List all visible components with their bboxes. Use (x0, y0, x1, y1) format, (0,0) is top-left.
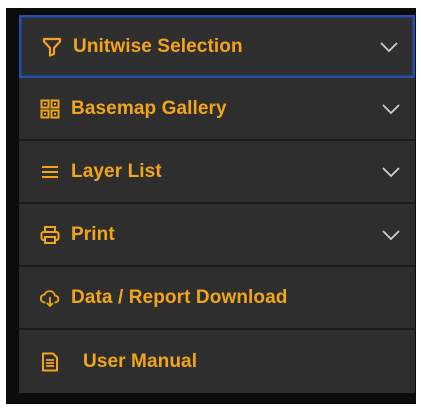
menu-item-label: Unitwise Selection (73, 35, 243, 57)
menu-item-label: Layer List (71, 160, 162, 182)
chevron-down-icon[interactable] (381, 166, 401, 178)
list-icon (39, 161, 61, 183)
grid-icon (39, 98, 61, 120)
menu-item-label: User Manual (83, 350, 198, 372)
menu-item-unitwise-selection[interactable]: Unitwise Selection (19, 15, 415, 78)
menu-item-layer-list[interactable]: Layer List (19, 141, 415, 204)
menu-item-basemap-gallery[interactable]: Basemap Gallery (19, 78, 415, 141)
accordion-menu: Unitwise Selection Basemap Gallery Layer… (19, 15, 415, 402)
menu-item-label: Data / Report Download (71, 286, 288, 308)
filter-icon (41, 36, 63, 58)
cloud-download-icon (39, 287, 61, 309)
chevron-down-icon[interactable] (381, 103, 401, 115)
chevron-down-icon[interactable] (379, 41, 399, 53)
document-icon (39, 351, 61, 373)
chevron-down-icon[interactable] (381, 229, 401, 241)
menu-item-data-report-download[interactable]: Data / Report Download (19, 267, 415, 330)
menu-item-print[interactable]: Print (19, 204, 415, 267)
menu-item-label: Print (71, 223, 115, 245)
menu-item-user-manual[interactable]: User Manual (19, 330, 415, 393)
printer-icon (39, 224, 61, 246)
menu-item-label: Basemap Gallery (71, 97, 227, 119)
